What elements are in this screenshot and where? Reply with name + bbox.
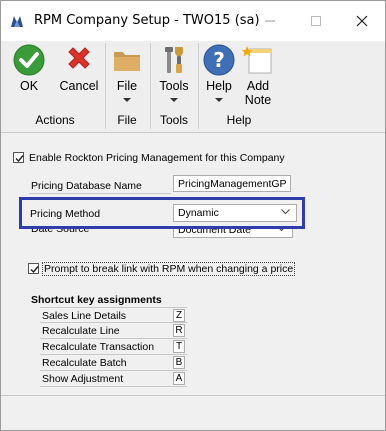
ribbon-group-label-actions: Actions	[35, 113, 75, 127]
shortcut-name: Recalculate Transaction	[42, 341, 155, 353]
shortcut-keys-table: Sales Line Details Z Recalculate Line R …	[40, 307, 187, 387]
shortcut-name: Show Adjustment	[42, 373, 124, 385]
shortcut-name: Recalculate Line	[42, 325, 120, 337]
checkmark-icon	[30, 266, 39, 274]
tools-label: Tools	[159, 79, 189, 93]
tools-button[interactable]: Tools	[152, 41, 196, 111]
checkmark-icon	[15, 155, 24, 163]
ok-label: OK	[19, 79, 39, 93]
svg-text:?: ?	[213, 48, 225, 72]
ribbon-group-file: File File	[106, 41, 148, 133]
add-note-label-line: Note	[244, 93, 272, 107]
add-note-label-line: Add	[246, 79, 270, 93]
row-divider	[29, 193, 171, 194]
shortcut-key-field[interactable]: T	[173, 340, 185, 353]
cancel-x-icon	[68, 47, 90, 69]
title-bar[interactable]: RPM Company Setup - TWO15 (sa)	[1, 1, 385, 41]
prompt-break-link-checkbox[interactable]	[28, 263, 39, 274]
add-note-button[interactable]: Add Note	[238, 41, 278, 111]
shortcut-key-field[interactable]: Z	[173, 309, 185, 322]
help-label: Help	[206, 79, 232, 93]
enable-rpm-label: Enable Rockton Pricing Management for th…	[29, 152, 285, 164]
shortcut-keys-title: Shortcut key assignments	[31, 294, 162, 306]
pricing-method-value-overlay: Dynamic	[178, 207, 219, 219]
minimize-button[interactable]	[247, 7, 293, 35]
close-button[interactable]	[339, 7, 385, 35]
ok-check-icon	[13, 44, 45, 76]
rpm-company-setup-window: RPM Company Setup - TWO15 (sa) OK Cancel…	[0, 0, 386, 431]
shortcut-key-field[interactable]: R	[173, 324, 185, 337]
tools-icon	[165, 47, 183, 73]
shortcut-name: Recalculate Batch	[42, 357, 127, 369]
chevron-down-icon	[123, 98, 131, 102]
folder-icon	[114, 52, 140, 71]
status-bar	[1, 395, 385, 430]
window-title: RPM Company Setup - TWO15 (sa)	[34, 13, 260, 28]
cancel-label: Cancel	[59, 79, 99, 93]
help-question-icon: ?	[203, 44, 235, 76]
table-row: Recalculate Line R	[40, 323, 187, 339]
db-name-field[interactable]: PricingManagementGP	[173, 175, 291, 192]
shortcut-key-field[interactable]: B	[173, 356, 185, 369]
help-button[interactable]: ? Help	[200, 41, 238, 111]
app-logo-icon	[11, 16, 23, 27]
cancel-button[interactable]: Cancel	[53, 41, 105, 111]
chevron-down-icon	[281, 209, 290, 215]
shortcut-key-field[interactable]: A	[173, 372, 185, 385]
ribbon-separator	[150, 43, 151, 129]
ribbon-group-help: ? Help Add Note Help	[200, 41, 278, 133]
ribbon-group-actions: OK Cancel Actions	[5, 41, 105, 133]
add-note-icon	[242, 46, 272, 74]
table-row: Recalculate Transaction T	[40, 339, 187, 355]
ribbon-separator	[198, 43, 199, 129]
highlight-box: Pricing Method Dynamic	[19, 197, 305, 229]
shortcut-name: Sales Line Details	[42, 310, 127, 322]
add-note-label: Add Note	[238, 79, 278, 107]
ok-button[interactable]: OK	[5, 41, 53, 111]
prompt-break-link-label: Prompt to break link with RPM when chang…	[42, 262, 296, 276]
enable-rpm-checkbox[interactable]	[13, 152, 24, 163]
ribbon-group-label-help: Help	[226, 113, 252, 127]
ribbon-group-label-file: File	[117, 113, 137, 127]
table-row: Recalculate Batch B	[40, 355, 187, 371]
chevron-down-icon	[215, 98, 223, 102]
chevron-down-icon	[170, 98, 178, 102]
ribbon-group-tools: Tools Tools	[152, 41, 196, 133]
table-row: Sales Line Details Z	[40, 307, 187, 323]
ribbon-toolbar: OK Cancel Actions File File Tools Tools …	[1, 41, 385, 133]
ribbon-group-label-tools: Tools	[159, 113, 188, 127]
form-content: Enable Rockton Pricing Management for th…	[1, 133, 385, 395]
close-icon	[356, 15, 368, 27]
file-label: File	[116, 79, 138, 93]
db-name-label: Pricing Database Name	[31, 180, 142, 192]
minimize-icon	[265, 20, 275, 22]
pricing-method-select-overlay[interactable]: Dynamic	[173, 204, 297, 222]
pricing-method-label-overlay: Pricing Method	[30, 208, 101, 220]
maximize-button[interactable]	[293, 7, 339, 35]
file-button[interactable]: File	[106, 41, 148, 111]
table-row: Show Adjustment A	[40, 371, 187, 387]
maximize-icon	[311, 16, 321, 26]
